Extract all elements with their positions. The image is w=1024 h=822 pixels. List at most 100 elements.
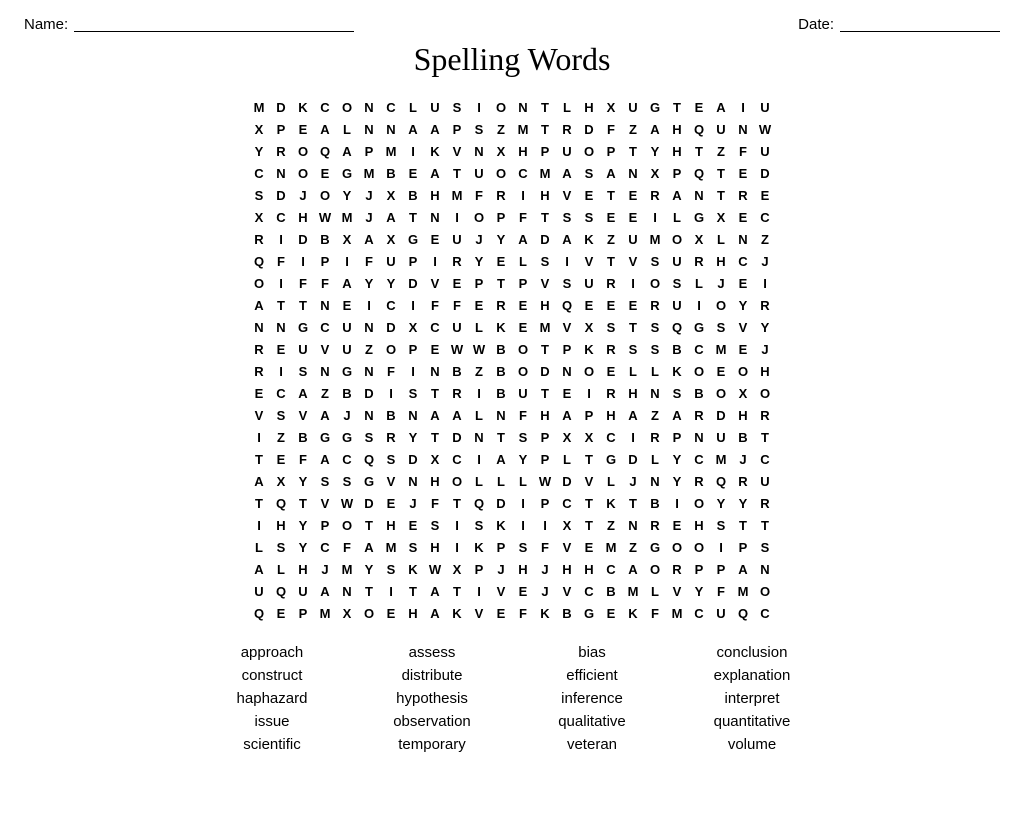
letter-cell: K bbox=[666, 360, 688, 382]
letter-cell: Z bbox=[644, 404, 666, 426]
letter-cell: F bbox=[512, 404, 534, 426]
letter-cell: K bbox=[534, 602, 556, 624]
letter-cell: C bbox=[754, 602, 776, 624]
letter-cell: E bbox=[622, 294, 644, 316]
letter-cell: M bbox=[732, 580, 754, 602]
letter-cell: S bbox=[358, 426, 380, 448]
letter-cell: U bbox=[622, 96, 644, 118]
letter-cell: M bbox=[512, 118, 534, 140]
letter-cell: P bbox=[534, 448, 556, 470]
letter-cell: R bbox=[600, 382, 622, 404]
letter-cell: M bbox=[534, 316, 556, 338]
letter-cell: P bbox=[710, 558, 732, 580]
letter-cell: A bbox=[424, 602, 446, 624]
letter-cell: T bbox=[710, 184, 732, 206]
letter-cell: U bbox=[754, 96, 776, 118]
letter-cell: P bbox=[534, 140, 556, 162]
letter-cell: M bbox=[622, 580, 644, 602]
letter-cell: N bbox=[622, 514, 644, 536]
letter-cell: U bbox=[512, 382, 534, 404]
letter-cell: R bbox=[644, 184, 666, 206]
letter-cell: J bbox=[468, 228, 490, 250]
letter-cell: U bbox=[556, 140, 578, 162]
letter-cell: Q bbox=[688, 162, 710, 184]
word-item: scientific bbox=[197, 736, 347, 753]
letter-cell: M bbox=[600, 536, 622, 558]
letter-cell: Y bbox=[402, 426, 424, 448]
letter-cell: H bbox=[578, 558, 600, 580]
letter-cell: O bbox=[644, 272, 666, 294]
letter-cell: Y bbox=[666, 448, 688, 470]
letter-cell: H bbox=[578, 96, 600, 118]
letter-cell: S bbox=[666, 382, 688, 404]
letter-cell: U bbox=[710, 426, 732, 448]
letter-cell: A bbox=[446, 404, 468, 426]
letter-cell: O bbox=[512, 338, 534, 360]
letter-cell: V bbox=[578, 470, 600, 492]
letter-cell: S bbox=[270, 404, 292, 426]
letter-cell: S bbox=[578, 162, 600, 184]
letter-cell: C bbox=[512, 162, 534, 184]
letter-cell: A bbox=[248, 558, 270, 580]
letter-cell: X bbox=[380, 228, 402, 250]
letter-cell: S bbox=[644, 316, 666, 338]
letter-cell: P bbox=[314, 250, 336, 272]
letter-cell: P bbox=[556, 338, 578, 360]
letter-cell: Y bbox=[358, 272, 380, 294]
letter-cell: P bbox=[666, 162, 688, 184]
letter-cell: J bbox=[754, 250, 776, 272]
word-item: efficient bbox=[517, 667, 667, 684]
letter-cell: O bbox=[512, 360, 534, 382]
letter-cell: P bbox=[666, 426, 688, 448]
letter-cell: K bbox=[468, 536, 490, 558]
letter-cell: B bbox=[446, 360, 468, 382]
letter-cell: Y bbox=[688, 580, 710, 602]
letter-cell: O bbox=[468, 206, 490, 228]
letter-cell: C bbox=[754, 448, 776, 470]
letter-cell: B bbox=[666, 338, 688, 360]
letter-cell: E bbox=[380, 492, 402, 514]
letter-cell: E bbox=[622, 184, 644, 206]
letter-cell: K bbox=[600, 492, 622, 514]
letter-cell: D bbox=[270, 96, 292, 118]
letter-cell: T bbox=[424, 382, 446, 404]
letter-cell: P bbox=[314, 514, 336, 536]
letter-cell: D bbox=[556, 470, 578, 492]
letter-cell: G bbox=[336, 162, 358, 184]
letter-cell: A bbox=[556, 162, 578, 184]
letter-cell: Z bbox=[622, 536, 644, 558]
word-item: hypothesis bbox=[357, 690, 507, 707]
letter-cell: Y bbox=[336, 184, 358, 206]
letter-cell: N bbox=[556, 360, 578, 382]
letter-cell: B bbox=[292, 426, 314, 448]
letter-cell: R bbox=[732, 470, 754, 492]
letter-cell: T bbox=[490, 272, 512, 294]
letter-cell: F bbox=[644, 602, 666, 624]
letter-cell: E bbox=[424, 228, 446, 250]
letter-cell: A bbox=[556, 228, 578, 250]
letter-cell: O bbox=[688, 360, 710, 382]
letter-cell: G bbox=[688, 316, 710, 338]
letter-cell: I bbox=[402, 360, 424, 382]
letter-cell: E bbox=[292, 118, 314, 140]
letter-cell: Z bbox=[622, 118, 644, 140]
letter-cell: I bbox=[512, 184, 534, 206]
date-underline bbox=[840, 18, 1000, 32]
letter-cell: J bbox=[336, 404, 358, 426]
letter-cell: X bbox=[688, 228, 710, 250]
letter-cell: I bbox=[270, 228, 292, 250]
letter-cell: N bbox=[358, 96, 380, 118]
letter-cell: B bbox=[688, 382, 710, 404]
letter-cell: I bbox=[248, 426, 270, 448]
letter-cell: Y bbox=[710, 492, 732, 514]
letter-cell: N bbox=[270, 316, 292, 338]
letter-cell: U bbox=[666, 294, 688, 316]
letter-cell: C bbox=[688, 338, 710, 360]
words-row: constructdistributeefficientexplanation bbox=[192, 667, 832, 684]
letter-cell: I bbox=[270, 272, 292, 294]
letter-cell: Y bbox=[512, 448, 534, 470]
letter-cell: U bbox=[292, 580, 314, 602]
word-item: construct bbox=[197, 667, 347, 684]
letter-cell: F bbox=[424, 492, 446, 514]
letter-cell: V bbox=[446, 140, 468, 162]
